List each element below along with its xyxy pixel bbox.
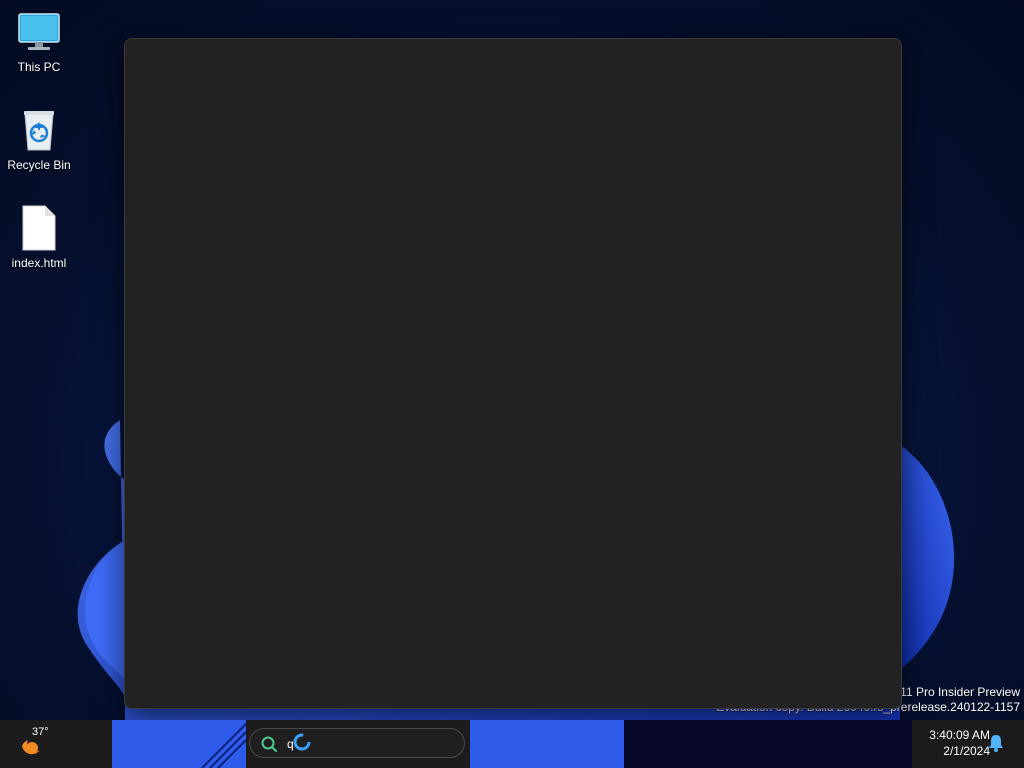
blank-app-window[interactable] [124,38,902,709]
search-input[interactable]: q [249,728,465,758]
taskbar-empty-space [624,720,912,768]
desktop-icon-label: Recycle Bin [7,158,71,172]
weather-icon [22,740,40,755]
file-icon [22,205,56,251]
desktop-icon-index-html[interactable]: index.html [4,204,74,270]
clock-date: 2/1/2024 [943,744,990,758]
weather-temperature: 37° [32,726,49,738]
clock-time: 3:40:09 AM [929,728,990,742]
clock[interactable]: 3:40:09 AM 2/1/2024 [912,727,990,759]
search-icon [261,736,277,752]
taskbar-stripes [201,723,246,768]
desktop-icon-label: index.html [11,256,67,270]
taskbar-weather-area: 37° [0,720,112,768]
bell-icon[interactable] [988,734,1004,752]
taskbar-search-area: q [246,720,470,768]
taskbar: 37° q 3:40:09 AM 2/1/2024 [0,720,1024,768]
taskbar-accent-left [112,720,246,768]
recycle-bin-icon [24,111,54,151]
desktop-icon-label: This PC [17,60,61,74]
weather-widget[interactable]: 37° [18,726,62,762]
system-tray: 3:40:09 AM 2/1/2024 [912,720,1024,768]
loading-spinner-icon [293,733,311,751]
desktop-icon-this-pc[interactable]: This PC [4,8,74,74]
taskbar-accent-right [470,720,624,768]
monitor-icon [18,13,60,50]
desktop-icon-recycle-bin[interactable]: Recycle Bin [4,106,74,172]
